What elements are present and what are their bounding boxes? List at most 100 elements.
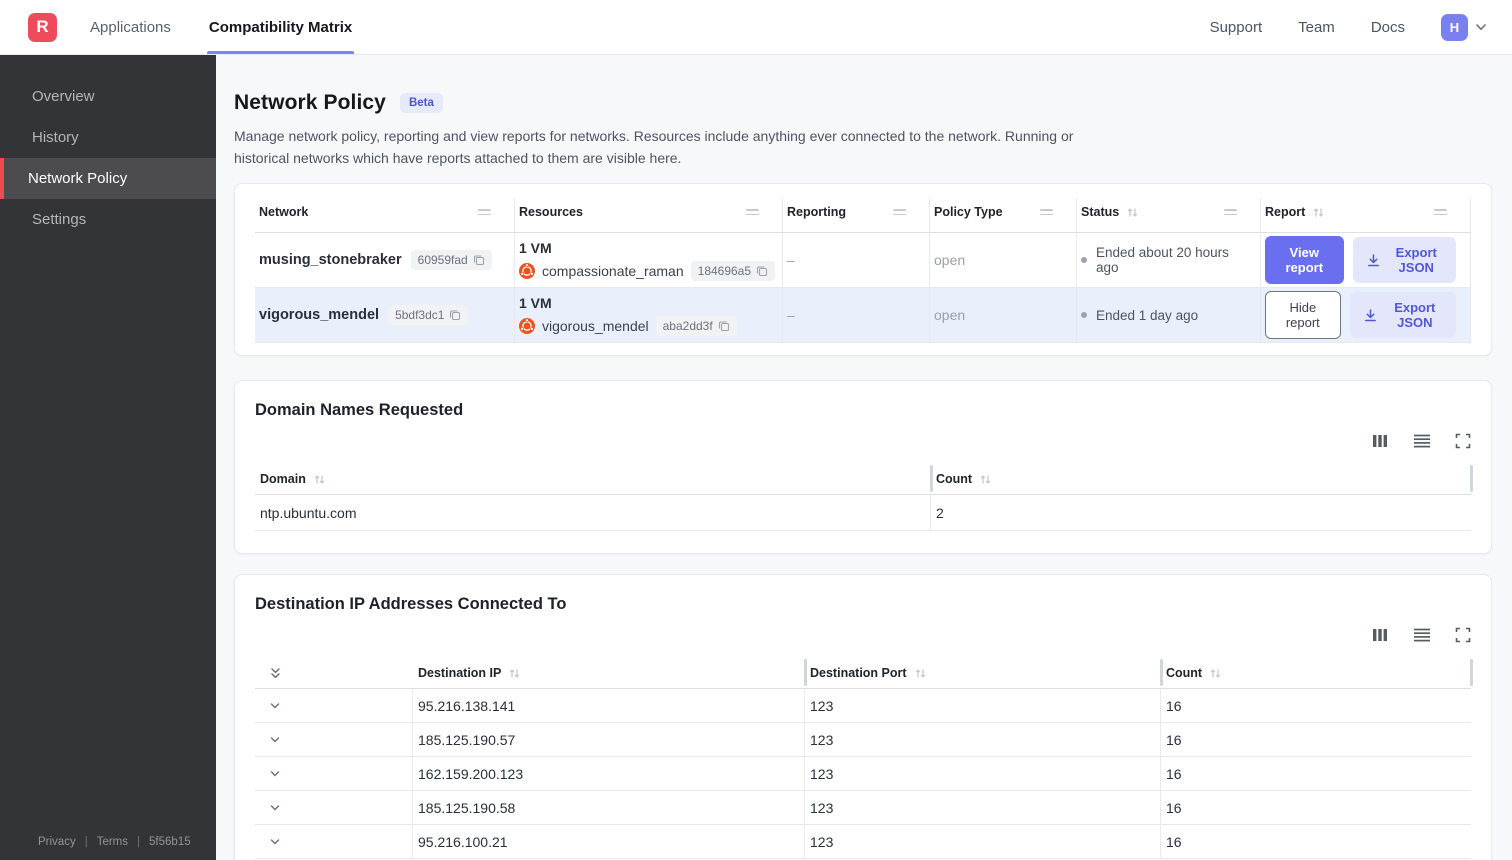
- sidebar: Overview History Network Policy Settings…: [0, 55, 216, 860]
- fullscreen-icon[interactable]: [1455, 627, 1471, 643]
- row-density-icon[interactable]: [1413, 433, 1431, 449]
- fullscreen-icon[interactable]: [1455, 433, 1471, 449]
- resize-grip-icon[interactable]: [893, 209, 915, 216]
- hide-report-button[interactable]: Hide report: [1265, 291, 1341, 340]
- export-json-button[interactable]: Export JSON: [1349, 292, 1456, 339]
- copy-icon[interactable]: [756, 265, 768, 277]
- count-value: 16: [1166, 697, 1182, 714]
- column-resize-handle[interactable]: [1470, 659, 1473, 687]
- vm-count: 1 VM: [519, 239, 552, 256]
- app-logo[interactable]: R: [28, 12, 57, 42]
- sort-icon[interactable]: [1312, 206, 1325, 219]
- view-report-button[interactable]: View report: [1265, 236, 1344, 285]
- sort-icon[interactable]: [1209, 667, 1222, 680]
- destination-row: 185.125.190.57 123 16: [255, 723, 1471, 758]
- destinations-card: Destination IP Addresses Connected To De…: [234, 574, 1492, 860]
- status-text: Ended about 20 hours ago: [1096, 245, 1229, 276]
- network-row: musing_stonebraker 60959fad 1 VM compass…: [255, 233, 1471, 288]
- nav-applications[interactable]: Applications: [88, 0, 173, 54]
- sidebar-item-history[interactable]: History: [0, 117, 216, 158]
- destination-ip-value: 162.159.200.123: [413, 757, 805, 791]
- chevron-down-icon: [268, 733, 282, 747]
- double-chevron-down-icon: [268, 666, 283, 681]
- copy-icon[interactable]: [449, 309, 461, 321]
- status-dot: [1081, 312, 1087, 319]
- destination-port-value: 123: [805, 791, 1161, 825]
- col-destination-port: Destination Port: [810, 666, 907, 681]
- columns-icon[interactable]: [1371, 627, 1389, 643]
- status-text: Ended 1 day ago: [1096, 307, 1199, 323]
- col-count: Count: [936, 472, 973, 487]
- resize-grip-icon[interactable]: [1040, 209, 1062, 216]
- ubuntu-icon: [519, 317, 535, 334]
- row-expander[interactable]: [255, 689, 413, 723]
- sidebar-item-network-policy[interactable]: Network Policy: [0, 158, 216, 199]
- sort-icon[interactable]: [313, 473, 326, 486]
- nav-team[interactable]: Team: [1298, 19, 1335, 36]
- destination-port-value: 123: [805, 723, 1161, 757]
- resource-name: compassionate_raman: [542, 262, 684, 279]
- sidebar-item-overview[interactable]: Overview: [0, 76, 216, 117]
- sort-icon[interactable]: [979, 473, 992, 486]
- page-description: Manage network policy, reporting and vie…: [234, 128, 1074, 166]
- privacy-link[interactable]: Privacy: [38, 836, 76, 848]
- table-toolbar: [255, 627, 1471, 643]
- row-expander[interactable]: [255, 791, 413, 825]
- chevron-down-icon: [268, 801, 282, 815]
- avatar[interactable]: H: [1441, 13, 1468, 41]
- col-destination-ip: Destination IP: [418, 666, 502, 681]
- networks-table-header: Network Resources Reporting Policy Type …: [255, 198, 1471, 234]
- resource-id-badge: aba2dd3f: [655, 315, 737, 336]
- destination-ip-value: 95.216.138.141: [413, 689, 805, 723]
- sort-icon[interactable]: [1126, 206, 1139, 219]
- resize-grip-icon[interactable]: [1434, 209, 1456, 216]
- chevron-down-icon: [1474, 20, 1488, 34]
- row-expander[interactable]: [255, 723, 413, 757]
- resource-id-badge: 184696a5: [690, 260, 776, 281]
- sidebar-footer: Privacy | Terms | 5f56b15: [0, 836, 216, 860]
- resize-grip-icon[interactable]: [478, 209, 500, 216]
- build-hash: 5f56b15: [149, 836, 191, 848]
- column-resize-handle[interactable]: [1470, 465, 1473, 493]
- copy-icon[interactable]: [718, 320, 730, 332]
- row-expander[interactable]: [255, 757, 413, 791]
- terms-link[interactable]: Terms: [97, 836, 128, 848]
- destination-ip-value: 95.216.100.21: [413, 825, 805, 859]
- networks-card: Network Resources Reporting Policy Type …: [234, 183, 1492, 357]
- nav-docs[interactable]: Docs: [1371, 19, 1405, 36]
- resize-grip-icon[interactable]: [746, 209, 768, 216]
- sort-icon[interactable]: [914, 667, 927, 680]
- nav-support[interactable]: Support: [1210, 19, 1263, 36]
- user-menu[interactable]: H: [1441, 13, 1488, 41]
- nav-compatibility-matrix[interactable]: Compatibility Matrix: [206, 0, 355, 54]
- count-value: 2: [936, 504, 944, 521]
- policy-type-value: open: [930, 233, 1077, 288]
- chevron-down-icon: [268, 767, 282, 781]
- domain-value: ntp.ubuntu.com: [255, 495, 931, 531]
- vm-count: 1 VM: [519, 294, 552, 311]
- resize-grip-icon[interactable]: [1224, 209, 1246, 216]
- col-resources: Resources: [519, 205, 583, 220]
- row-density-icon[interactable]: [1413, 627, 1431, 643]
- destinations-card-title: Destination IP Addresses Connected To: [255, 595, 567, 614]
- copy-icon[interactable]: [473, 254, 485, 266]
- beta-badge: Beta: [399, 93, 443, 113]
- expand-all-rows[interactable]: [255, 658, 413, 688]
- chevron-down-icon: [268, 699, 282, 713]
- count-value: 16: [1166, 765, 1182, 782]
- ubuntu-icon: [519, 262, 535, 279]
- count-value: 16: [1166, 799, 1182, 816]
- network-name: vigorous_mendel: [259, 307, 380, 324]
- network-id-badge: 60959fad: [410, 250, 492, 271]
- domains-card-title: Domain Names Requested: [255, 401, 464, 420]
- domain-row: ntp.ubuntu.com 2: [255, 495, 1471, 532]
- columns-icon[interactable]: [1371, 433, 1389, 449]
- export-json-button[interactable]: Export JSON: [1352, 237, 1456, 284]
- sort-icon[interactable]: [508, 667, 521, 680]
- destination-row: 95.216.100.21 123 16: [255, 825, 1471, 860]
- count-value: 16: [1166, 731, 1182, 748]
- table-toolbar: [255, 433, 1471, 449]
- row-expander[interactable]: [255, 825, 413, 859]
- col-status: Status: [1081, 205, 1120, 220]
- sidebar-item-settings[interactable]: Settings: [0, 199, 216, 240]
